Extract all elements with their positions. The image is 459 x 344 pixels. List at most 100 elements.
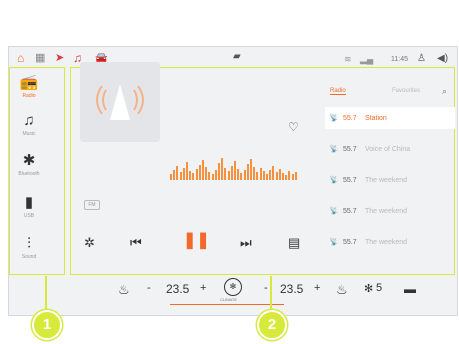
waveform-bar (230, 166, 233, 180)
waveform-bar (259, 168, 262, 180)
left-temp-value: 23.5 (166, 282, 190, 296)
sidebar-item-label: Music (22, 131, 36, 137)
waveform-bar (205, 167, 208, 180)
left-temp-decrease-button[interactable]: - (147, 282, 151, 294)
callout-line-2 (270, 276, 272, 310)
status-time: 11:45 (391, 56, 408, 63)
waveform-bar (202, 160, 204, 180)
waveform-bar (272, 166, 275, 180)
station-name: Station (365, 114, 387, 122)
volume-icon[interactable]: ◀) (437, 53, 448, 65)
sidebar-item-label: Radio (22, 93, 36, 99)
waveform-bar (240, 173, 243, 180)
waveform-bar (195, 169, 198, 180)
pause-button[interactable]: ❚❚ (183, 233, 210, 249)
waveform-bar (214, 170, 217, 180)
waveform-bar (211, 174, 214, 180)
waveform-bar (198, 165, 201, 180)
left-temp-increase-button[interactable]: + (200, 282, 206, 294)
radio-wave-icon: 📡 (329, 239, 339, 246)
wifi-icon: ≋ (344, 54, 352, 64)
navigation-icon[interactable]: ➤ (55, 52, 64, 64)
station-frequency: 55.7 (343, 114, 357, 122)
climate-fan-icon[interactable]: ✻ (224, 278, 242, 296)
sidebar-item-label: Sound (21, 254, 37, 260)
waveform-bar (176, 166, 179, 180)
seat-heat-left-icon[interactable]: ♨ (118, 282, 130, 298)
sidebar-item-bluetooth[interactable]: ✱ Bluetooth (10, 153, 48, 187)
climate-label: CLIMATE (220, 297, 238, 302)
waveform-bar (189, 171, 192, 180)
tab-favourites[interactable]: Favourites (392, 88, 420, 94)
search-icon[interactable]: ⌕ (442, 86, 447, 97)
sidebar-item-sound[interactable]: ⫶ Sound (10, 236, 48, 270)
sound-settings-icon: ⫶ (27, 235, 31, 252)
fan-speed-icon[interactable]: ✻ (364, 282, 373, 295)
sidebar-item-radio[interactable]: 📻 Radio (10, 75, 48, 109)
station-row[interactable]: 📡 55.7 The weekend (325, 169, 455, 191)
callout-line-1 (45, 276, 47, 310)
climate-underline (170, 304, 284, 305)
grid-icon[interactable]: ▦ (35, 52, 45, 64)
waveform-bar (208, 172, 211, 180)
radio-wave-icon: 📡 (329, 146, 339, 153)
station-row[interactable]: 📡 55.7 The weekend (325, 200, 455, 222)
station-list-icon[interactable]: ▤ (288, 236, 300, 249)
waveform-bar (262, 171, 265, 180)
signal-icon: ▂▄ (360, 54, 374, 64)
tab-radio[interactable]: Radio (330, 88, 346, 95)
waveform-bar (266, 174, 268, 180)
waveform-bar (269, 170, 272, 180)
right-temp-decrease-button[interactable]: - (264, 282, 268, 294)
notification-icon[interactable]: ▰ (233, 51, 241, 63)
waveform-bar (227, 171, 230, 180)
favorite-heart-icon[interactable]: ♡ (288, 120, 299, 134)
right-temp-value: 23.5 (280, 282, 304, 296)
waveform-bar (224, 168, 227, 180)
waveform-bar (243, 170, 246, 180)
station-row[interactable]: 📡 55.7 The weekend (325, 231, 455, 253)
waveform-bar (192, 173, 195, 180)
station-name: The weekend (365, 238, 408, 246)
audio-waveform (170, 150, 300, 180)
radio-wave-icon: 📡 (329, 177, 339, 184)
user-icon[interactable]: ♙ (417, 53, 426, 65)
album-art (80, 62, 160, 142)
settings-gear-icon[interactable]: ✲ (84, 236, 95, 249)
waveform-bar (246, 164, 249, 180)
sidebar-item-music[interactable]: ♫ Music (10, 113, 48, 147)
station-frequency: 55.7 (343, 238, 357, 246)
vehicle-settings-icon[interactable]: ▬ (404, 282, 416, 296)
sidebar-item-usb[interactable]: ▮ USB (10, 195, 48, 229)
music-note-icon: ♫ (23, 112, 35, 129)
previous-track-button[interactable]: ⏮ (130, 236, 142, 249)
waveform-bar (291, 174, 294, 180)
waveform-bar (294, 172, 297, 180)
station-name: The weekend (365, 207, 408, 215)
waveform-bar (256, 172, 259, 180)
seat-heat-right-icon[interactable]: ♨ (336, 282, 348, 298)
radio-icon: 📻 (19, 74, 39, 91)
home-icon[interactable]: ⌂ (17, 52, 24, 64)
station-row[interactable]: 📡 55.7 Station (325, 107, 455, 129)
waveform-bar (179, 172, 182, 180)
callout-badge-2: 2 (257, 310, 287, 340)
waveform-bar (234, 161, 236, 180)
usb-icon: ▮ (24, 194, 34, 211)
next-track-button[interactable]: ⏭ (240, 236, 252, 249)
radio-tower-icon (96, 84, 144, 120)
waveform-bar (237, 169, 240, 180)
right-temp-increase-button[interactable]: + (314, 282, 320, 294)
sidebar-item-label: Bluetooth (18, 171, 40, 177)
station-frequency: 55.7 (343, 207, 357, 215)
station-frequency: 55.7 (343, 145, 357, 153)
radio-wave-icon: 📡 (329, 208, 339, 215)
sidebar-item-label: USB (23, 213, 35, 219)
station-row[interactable]: 📡 55.7 Voice of China (325, 138, 455, 160)
format-badge: FM (84, 200, 100, 210)
waveform-bar (182, 168, 185, 180)
waveform-bar (218, 163, 220, 180)
station-name: The weekend (365, 176, 408, 184)
bluetooth-icon: ✱ (22, 152, 36, 169)
waveform-bar (186, 162, 188, 180)
